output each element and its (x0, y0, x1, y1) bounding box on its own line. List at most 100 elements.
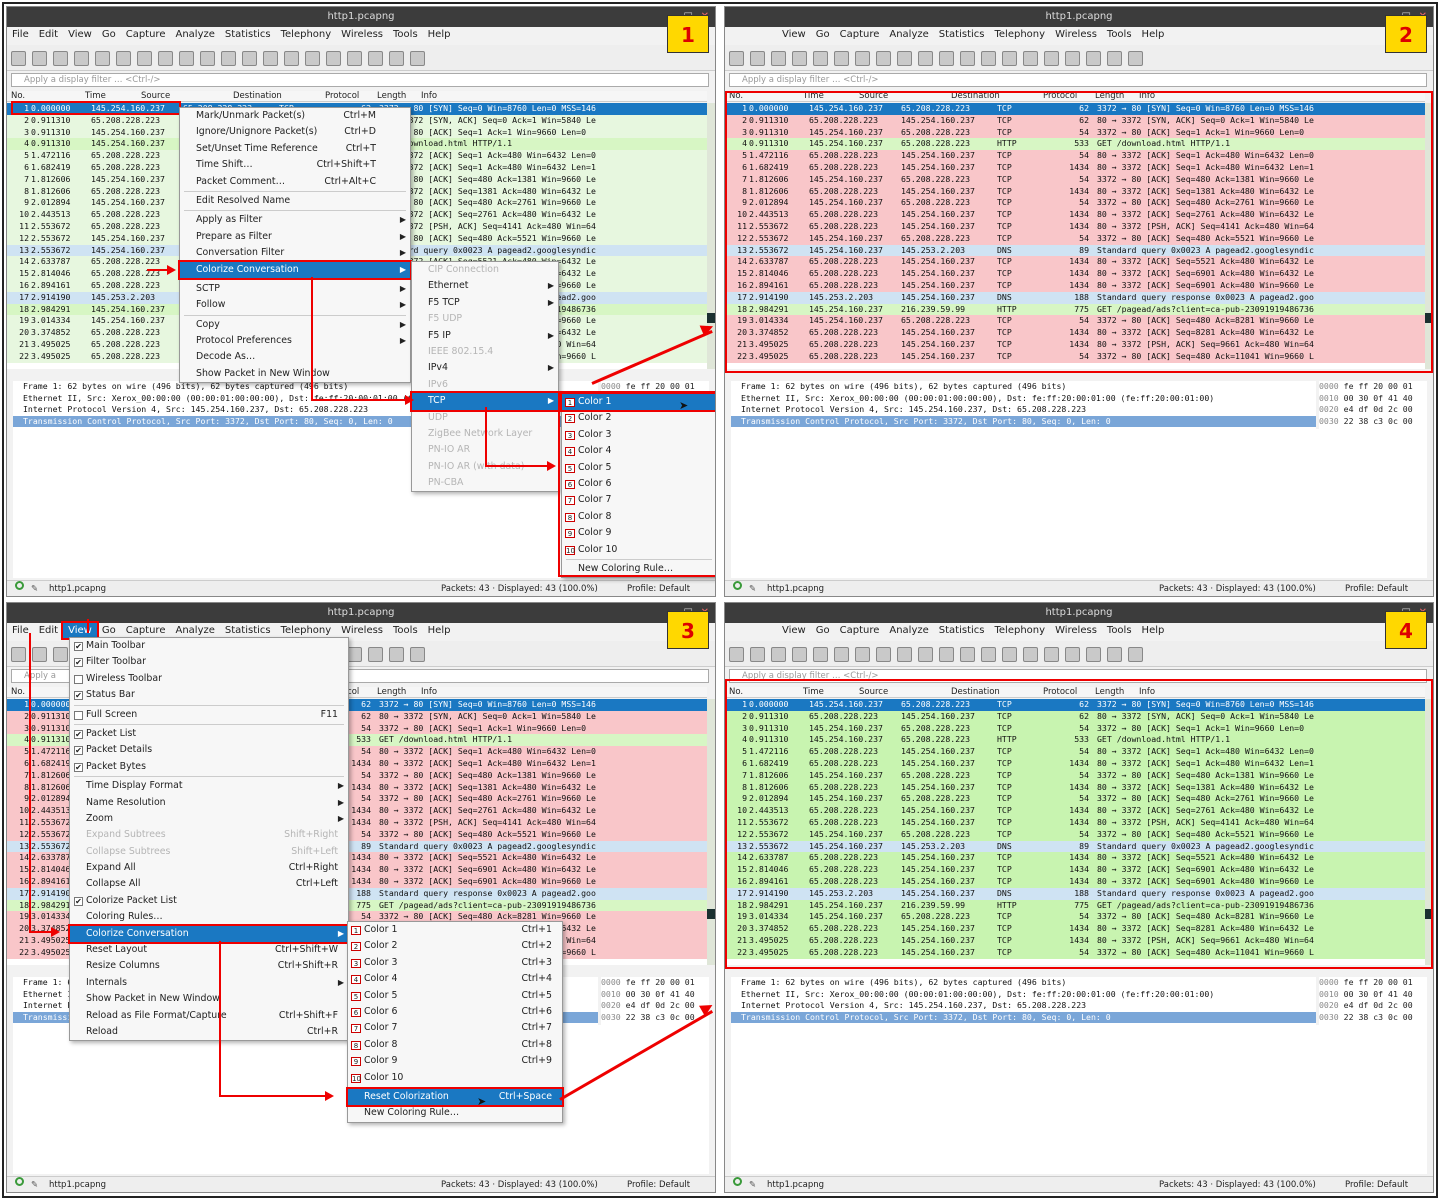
menu-statistics[interactable]: Statistics (220, 623, 276, 638)
menu-help[interactable]: Help (423, 27, 456, 42)
context-menu-item[interactable]: Mark/Unmark Packet(s) Ctrl+M (180, 108, 410, 124)
menu-wireless[interactable]: Wireless (1050, 623, 1102, 638)
packet-row[interactable]: 30.911310 145.254.160.237 65.208.228.223 TC… (725, 126, 1425, 139)
detail-row[interactable]: Ethernet II, Src: Xerox_00:00:00 (00:00:… (731, 989, 1316, 1001)
menu-edit[interactable]: Edit (34, 623, 63, 638)
context-menu-item[interactable]: Time Shift… Ctrl+Shift+T (180, 157, 410, 173)
menu-wireless[interactable]: Wireless (336, 623, 388, 638)
view-menu-item[interactable]: Zoom ▶ (70, 811, 348, 827)
view-menu-item[interactable]: ✔ Filter Toolbar (70, 654, 348, 670)
packet-row[interactable]: 92.012894 145.254.160.237 65.208.228.223 TC… (725, 197, 1425, 210)
autoscroll-icon[interactable] (305, 51, 320, 66)
packet-row[interactable]: 223.495025 65.208.228.223 145.254.160.237 T… (725, 946, 1425, 959)
shark-fin-icon[interactable] (729, 51, 744, 66)
view-menu-item[interactable]: Collapse All Ctrl+Left (70, 876, 348, 892)
back-icon[interactable] (918, 647, 933, 662)
packet-row[interactable]: 122.553672 145.254.160.237 65.208.228.223 T… (725, 232, 1425, 245)
view-menu-item[interactable]: Resize Columns Ctrl+Shift+R (70, 958, 348, 974)
zoom-out-icon[interactable] (368, 647, 383, 662)
protocol-menu-item[interactable]: CIP Connection (412, 262, 558, 278)
column-header-length[interactable]: Length (1095, 91, 1124, 101)
packet-row[interactable]: 223.495025 65.208.228.223 145.254.160.237 T… (725, 350, 1425, 363)
color-menu-item[interactable]: 9 Color 9 (562, 525, 715, 541)
packet-row[interactable]: 172.914190 145.253.2.203 145.254.160.237 DN… (725, 291, 1425, 304)
packet-list-scrollbar[interactable] (707, 699, 715, 965)
view-menu-item[interactable]: ✔ Colorize Packet List (70, 893, 348, 909)
column-header-no[interactable]: No. (11, 687, 25, 697)
zoom-out-icon[interactable] (1086, 51, 1101, 66)
column-header-destination[interactable]: Destination (233, 91, 282, 101)
resize-icon[interactable] (410, 647, 425, 662)
column-header-source[interactable]: Source (859, 687, 888, 697)
packet-row[interactable]: 193.014334 145.254.160.237 65.208.228.223 T… (725, 315, 1425, 328)
column-header-source[interactable]: Source (859, 91, 888, 101)
find-icon[interactable] (179, 51, 194, 66)
zoom-in-icon[interactable] (347, 51, 362, 66)
goto-icon[interactable] (242, 51, 257, 66)
column-header-length[interactable]: Length (377, 91, 406, 101)
packet-row[interactable]: 20.911310 65.208.228.223 145.254.160.237 TC… (725, 710, 1425, 723)
restart-icon[interactable] (53, 51, 68, 66)
detail-row[interactable]: Ethernet II, Src: Xerox_00:00:00 (00:00:… (731, 393, 1316, 405)
color-menu-item[interactable]: 8 Color 8 Ctrl+8 (348, 1037, 562, 1053)
color-menu-item[interactable]: 2 Color 2 Ctrl+2 (348, 938, 562, 954)
context-menu-item[interactable]: SCTP ▶ (180, 281, 410, 297)
packet-row[interactable]: 51.472116 65.208.228.223 145.254.160.237 TC… (725, 150, 1425, 162)
context-menu-item[interactable]: Edit Resolved Name (180, 193, 410, 209)
options-icon[interactable] (792, 51, 807, 66)
menu-help[interactable]: Help (1137, 27, 1170, 42)
restart-icon[interactable] (53, 647, 68, 662)
forward-icon[interactable] (221, 51, 236, 66)
menu-help[interactable]: Help (1137, 623, 1170, 638)
display-filter-input[interactable]: Apply a display filter … <Ctrl-/> (11, 73, 709, 87)
autoscroll-icon[interactable] (1023, 51, 1038, 66)
packet-row[interactable]: 203.374852 65.208.228.223 145.254.160.237 T… (725, 327, 1425, 339)
color-menu-item[interactable]: 9 Color 9 Ctrl+9 (348, 1053, 562, 1069)
packet-row[interactable]: 61.682419 65.208.228.223 145.254.160.237 TC… (725, 161, 1425, 174)
view-menu-item[interactable]: ✔ Packet Bytes (70, 759, 348, 775)
context-menu-item[interactable]: Apply as Filter ▶ (180, 212, 410, 228)
reload-icon[interactable] (876, 647, 891, 662)
context-menu-item[interactable]: Decode As… (180, 349, 410, 365)
menu-telephony[interactable]: Telephony (990, 27, 1051, 42)
column-header-protocol[interactable]: Protocol (325, 91, 359, 101)
colorize-icon[interactable] (1044, 51, 1059, 66)
packet-row[interactable]: 152.814046 65.208.228.223 145.254.160.237 T… (725, 268, 1425, 280)
new-coloring-rule-item[interactable]: New Coloring Rule… (348, 1105, 562, 1121)
packet-row[interactable]: 142.633787 65.208.228.223 145.254.160.237 T… (725, 852, 1425, 865)
status-edit-icon[interactable]: ✎ (31, 581, 38, 596)
column-header-destination[interactable]: Destination (951, 687, 1000, 697)
color-menu-item[interactable]: 5 Color 5 (562, 460, 715, 476)
packet-row[interactable]: 142.633787 65.208.228.223 145.254.160.237 T… (725, 256, 1425, 269)
menu-view[interactable]: View (61, 621, 99, 640)
save-icon[interactable] (834, 51, 849, 66)
menu-go[interactable]: Go (97, 27, 121, 42)
display-filter-input[interactable]: Apply a display filter … <Ctrl-/> (729, 73, 1427, 87)
resize-icon[interactable] (1128, 51, 1143, 66)
open-icon[interactable] (813, 647, 828, 662)
context-menu-item[interactable]: Colorize Conversation ▶ (178, 259, 412, 280)
view-menu-item[interactable]: Name Resolution ▶ (70, 795, 348, 811)
menu-tools[interactable]: Tools (1102, 27, 1137, 42)
view-menu-item[interactable]: Show Packet in New Window (70, 991, 348, 1007)
detail-row[interactable]: Transmission Control Protocol, Src Port:… (731, 415, 1316, 428)
colorize-icon[interactable] (326, 51, 341, 66)
menu-statistics[interactable]: Statistics (220, 27, 276, 42)
open-icon[interactable] (813, 51, 828, 66)
status-edit-icon[interactable]: ✎ (31, 1177, 38, 1192)
view-menu-item[interactable]: Colorize Conversation ▶ (68, 923, 350, 945)
color-menu-item[interactable]: 10 Color 10 (348, 1070, 562, 1086)
color-menu-item[interactable]: 7 Color 7 Ctrl+7 (348, 1020, 562, 1036)
packet-row[interactable]: 30.911310 145.254.160.237 65.208.228.223 TC… (725, 722, 1425, 735)
protocol-menu-item[interactable]: F5 IP ▶ (412, 328, 558, 344)
first-icon[interactable] (981, 647, 996, 662)
packet-list-scrollbar[interactable] (1425, 699, 1433, 965)
protocol-menu-item[interactable]: PN-CBA (412, 475, 558, 491)
color-menu-item[interactable]: 3 Color 3 (562, 427, 715, 443)
packet-row[interactable]: 162.894161 65.208.228.223 145.254.160.237 T… (725, 875, 1425, 888)
last-icon[interactable] (284, 51, 299, 66)
restart-icon[interactable] (771, 647, 786, 662)
color-menu-item[interactable]: 8 Color 8 (562, 509, 715, 525)
goto-icon[interactable] (960, 647, 975, 662)
shark-fin-icon[interactable] (11, 647, 26, 662)
